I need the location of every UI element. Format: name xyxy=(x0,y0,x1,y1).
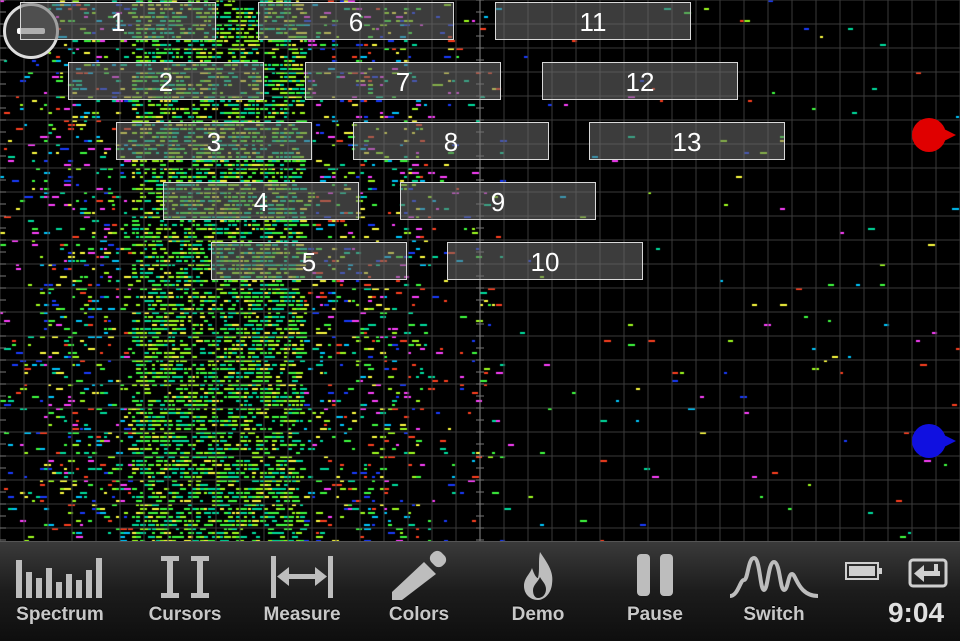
battery-icon xyxy=(845,562,882,580)
preset-button-12[interactable]: 12 xyxy=(542,62,738,100)
eyedropper-icon xyxy=(392,550,447,600)
cursors-label: Cursors xyxy=(148,604,222,625)
demo-button[interactable]: Demo xyxy=(483,542,593,641)
preset-button-1[interactable]: 1 xyxy=(20,2,216,40)
bottom-toolbar: Spectrum Cursors Measure Colors Demo Pau… xyxy=(0,541,960,641)
preset-button-6[interactable]: 6 xyxy=(258,2,454,40)
preset-button-9[interactable]: 9 xyxy=(400,182,596,220)
preset-button-5[interactable]: 5 xyxy=(211,242,407,280)
preset-button-2[interactable]: 2 xyxy=(68,62,264,100)
flame-icon xyxy=(524,552,553,600)
pause-label: Pause xyxy=(627,604,683,625)
measure-arrows-icon xyxy=(271,556,333,598)
top-cursor-marker[interactable] xyxy=(912,118,956,152)
switch-button[interactable]: Switch xyxy=(719,542,829,641)
cursors-button[interactable]: Cursors xyxy=(130,542,240,641)
exit-icon xyxy=(908,558,948,588)
clock: 9:04 xyxy=(887,597,945,628)
preset-button-11[interactable]: 11 xyxy=(495,2,691,40)
cursors-icon xyxy=(161,556,209,598)
spectrum-bars-icon xyxy=(16,558,102,598)
bottom-cursor-marker[interactable] xyxy=(912,424,956,458)
switch-label: Switch xyxy=(743,604,805,625)
preset-button-13[interactable]: 13 xyxy=(589,122,785,160)
pause-icon xyxy=(637,554,673,596)
preset-button-4[interactable]: 4 xyxy=(163,182,359,220)
preset-button-10[interactable]: 10 xyxy=(447,242,643,280)
colors-button[interactable]: Colors xyxy=(364,542,474,641)
preset-button-8[interactable]: 8 xyxy=(353,122,549,160)
measure-label: Measure xyxy=(263,604,341,625)
pause-button[interactable]: Pause xyxy=(600,542,710,641)
spectrum-button[interactable]: Spectrum xyxy=(5,542,115,641)
exit-button[interactable] xyxy=(906,554,952,595)
preset-button-7[interactable]: 7 xyxy=(305,62,501,100)
preset-button-3[interactable]: 3 xyxy=(116,122,312,160)
colors-label: Colors xyxy=(388,604,450,625)
spectrogram-display[interactable]: 1 2 3 4 5 6 7 8 9 10 11 12 13 xyxy=(0,0,960,541)
measure-button[interactable]: Measure xyxy=(247,542,357,641)
demo-label: Demo xyxy=(511,604,565,625)
waveform-icon xyxy=(729,555,819,598)
spectrum-label: Spectrum xyxy=(16,604,104,625)
